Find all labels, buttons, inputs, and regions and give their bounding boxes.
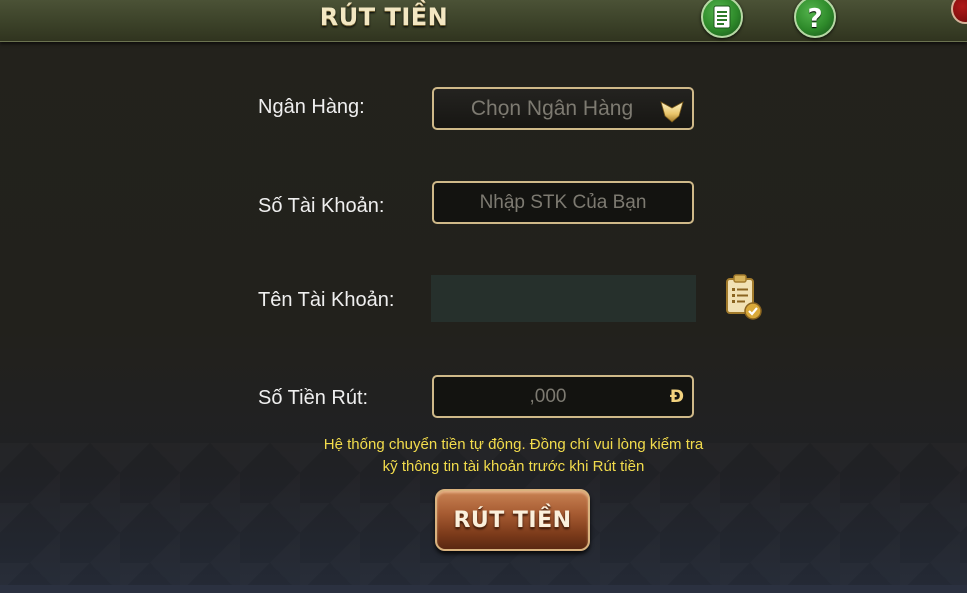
withdraw-button[interactable]: RÚT TIỀN xyxy=(435,489,590,551)
notice-line-2: kỹ thông tin tài khoản trước khi Rút tiề… xyxy=(382,458,645,475)
account-name-field xyxy=(431,275,696,322)
bank-select-placeholder: Chọn Ngân Hàng xyxy=(470,96,634,120)
document-list-icon xyxy=(713,5,731,29)
clipboard-check-icon[interactable] xyxy=(724,273,764,323)
close-icon[interactable] xyxy=(951,0,967,24)
amount-field[interactable]: ,000 Đ xyxy=(432,375,694,418)
bottom-strip xyxy=(0,585,967,593)
amount-placeholder: ,000 xyxy=(529,385,567,407)
amount-label: Số Tiền Rút: xyxy=(258,387,369,409)
header-bar: RÚT TIỀN ? xyxy=(0,0,967,42)
history-button[interactable] xyxy=(701,0,743,38)
account-number-field[interactable]: Nhập STK Của Bạn xyxy=(432,181,694,224)
bank-label: Ngân Hàng: xyxy=(258,96,365,118)
bank-select[interactable]: Chọn Ngân Hàng xyxy=(432,87,694,130)
help-button[interactable]: ? xyxy=(794,0,836,38)
help-icon: ? xyxy=(807,4,823,34)
account-number-label: Số Tài Khoản: xyxy=(258,195,385,217)
account-name-label: Tên Tài Khoản: xyxy=(258,289,395,311)
withdraw-screen: RÚT TIỀN ? Ngân Hàng: Chọn Ngân Hàng Số … xyxy=(0,0,967,593)
account-number-placeholder: Nhập STK Của Bạn xyxy=(479,191,647,213)
withdraw-button-label: RÚT TIỀN xyxy=(453,507,572,533)
chevron-down-icon xyxy=(660,101,684,123)
page-title: RÚT TIỀN xyxy=(319,3,449,31)
currency-symbol: Đ xyxy=(669,387,684,407)
notice-line-1: Hệ thống chuyển tiền tự động. Đồng chí v… xyxy=(323,436,704,453)
